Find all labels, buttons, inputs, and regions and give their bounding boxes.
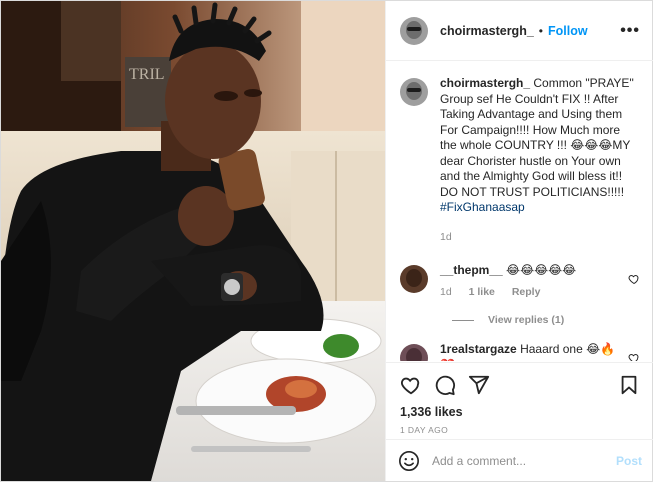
avatar[interactable] (400, 344, 428, 361)
post-header: choirmastergh_ • Follow ••• (386, 1, 653, 61)
post-photo-image: TRIL (1, 1, 385, 481)
heart-icon[interactable] (400, 374, 422, 396)
avatar-face (406, 348, 422, 361)
avatar[interactable] (400, 16, 428, 45)
add-comment-input[interactable] (432, 453, 602, 468)
comment-body: __thepm__ 😂😂😂😂😂 1d 1 like Reply (440, 263, 616, 300)
view-replies-label[interactable]: View replies (1) (488, 314, 564, 326)
comment-heart-icon[interactable] (628, 273, 640, 285)
caption-text: Common "PRAYE" Group sef He Couldn't FIX… (440, 76, 634, 199)
caption-time[interactable]: 1d (440, 231, 452, 243)
reply-button[interactable]: Reply (512, 286, 541, 298)
action-icons (400, 371, 640, 399)
follow-button[interactable]: Follow (548, 24, 588, 38)
comment-heart-icon[interactable] (628, 352, 640, 361)
post-comment-button[interactable]: Post (616, 454, 642, 468)
share-icon[interactable] (468, 374, 490, 396)
caption: choirmastergh_ Common "PRAYE" Group sef … (400, 76, 640, 245)
avatar[interactable] (400, 265, 428, 293)
comment-username[interactable]: __thepm__ (440, 263, 503, 277)
view-replies-line (452, 319, 474, 321)
comment-icon[interactable] (434, 374, 456, 396)
instagram-post: TRIL choirmastergh_ • Follow ••• choirma… (0, 0, 653, 482)
caption-body: choirmastergh_ Common "PRAYE" Group sef … (440, 76, 640, 245)
avatar[interactable] (400, 78, 428, 106)
bookmark-icon[interactable] (618, 374, 640, 396)
comment-meta: 1d 1 like Reply (440, 285, 616, 301)
comment-username[interactable]: 1realstargaze (440, 342, 517, 356)
comment-likes[interactable]: 1 like (469, 286, 495, 298)
post-photo[interactable]: TRIL (1, 1, 385, 481)
comment-body: 1realstargaze Haaard one 😂🔥❤️ (440, 342, 616, 361)
separator-dot: • (538, 23, 543, 38)
more-options-icon[interactable]: ••• (620, 22, 640, 40)
likes-count[interactable]: 1,336 likes (400, 405, 640, 419)
comment: 1realstargaze Haaard one 😂🔥❤️ (400, 342, 640, 361)
avatar-face (406, 269, 422, 287)
caption-meta: 1d (440, 230, 640, 246)
comment: __thepm__ 😂😂😂😂😂 1d 1 like Reply (400, 263, 640, 300)
svg-text:TRIL: TRIL (129, 66, 165, 83)
add-comment-bar: Post (386, 439, 653, 481)
caption-hashtag[interactable]: #FixGhanaasap (440, 200, 525, 214)
avatar-sunglasses (407, 26, 421, 31)
emoji-icon[interactable] (398, 450, 420, 472)
post-timestamp[interactable]: 1 DAY AGO (400, 425, 640, 435)
post-username[interactable]: choirmastergh_ (440, 24, 534, 38)
comment-text: 😂😂😂😂😂 (506, 263, 577, 277)
avatar-sunglasses (407, 88, 421, 92)
caption-username[interactable]: choirmastergh_ (440, 76, 530, 90)
view-replies[interactable]: View replies (1) (452, 314, 640, 326)
action-bar: 1,336 likes 1 DAY AGO (386, 362, 653, 446)
post-side-panel: choirmastergh_ • Follow ••• choirmasterg… (385, 1, 653, 481)
comments-list[interactable]: choirmastergh_ Common "PRAYE" Group sef … (386, 62, 653, 361)
comment-time[interactable]: 1d (440, 286, 452, 298)
